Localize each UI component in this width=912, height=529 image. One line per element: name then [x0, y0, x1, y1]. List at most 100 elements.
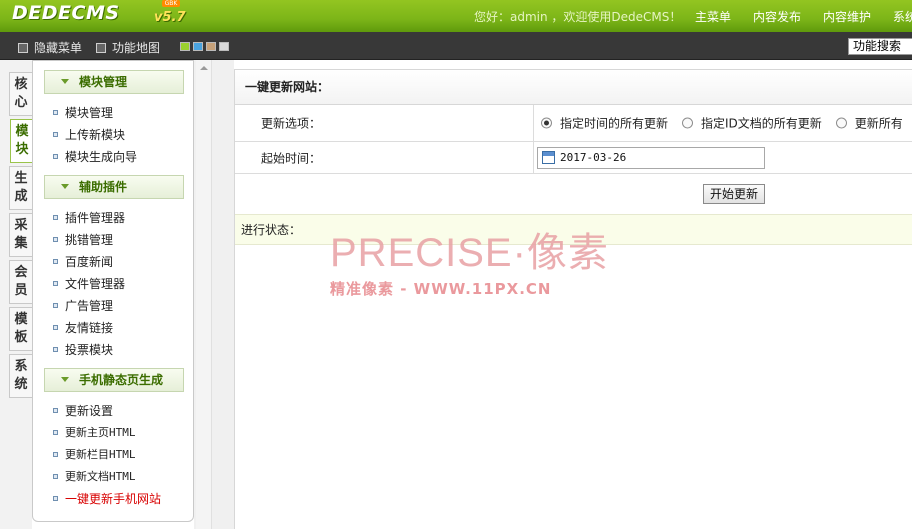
- watermark-main: PRECISE·像素: [330, 231, 609, 275]
- menu-group-plugins[interactable]: 辅助插件: [44, 175, 184, 199]
- bullet-icon: [53, 237, 58, 242]
- skin-swatches: [180, 42, 229, 51]
- menu-item-label: 更新主页HTML: [65, 426, 136, 439]
- menu-item-ad-manage[interactable]: 广告管理: [53, 297, 113, 314]
- row-divider: [533, 105, 534, 141]
- calendar-icon[interactable]: [542, 151, 555, 164]
- menu-item-upload-module[interactable]: 上传新模块: [53, 126, 125, 143]
- main-panel: 一键更新网站： 更新选项： 指定时间的所有更新 指定ID文档的所有更新 更新所有…: [234, 69, 912, 529]
- toolbar: 隐藏菜单 功能地图 功能搜索: [0, 32, 912, 60]
- logo: DEDECMS: [12, 2, 120, 24]
- nav-main-menu[interactable]: 主菜单: [695, 8, 731, 25]
- menu-item-label: 更新栏目HTML: [65, 448, 136, 461]
- menu-item-label: 友情链接: [65, 321, 114, 335]
- menu-item-friend-links[interactable]: 友情链接: [53, 319, 113, 336]
- menu-item-file-manager[interactable]: 文件管理器: [53, 275, 125, 292]
- update-option-group: 指定时间的所有更新 指定ID文档的所有更新 更新所有: [541, 115, 912, 132]
- menu-item-label: 百度新闻: [65, 255, 114, 269]
- skin-swatch-green[interactable]: [180, 42, 190, 51]
- start-time-input[interactable]: 2017-03-26: [537, 146, 765, 169]
- menu-item-update-doc-html[interactable]: 更新文档HTML: [53, 468, 136, 484]
- hide-menu-button[interactable]: 隐藏菜单: [18, 39, 82, 56]
- menu-item-error-manage[interactable]: 挑错管理: [53, 231, 113, 248]
- tab-collect[interactable]: 采集: [9, 213, 32, 257]
- radio-by-id-label: 指定ID文档的所有更新: [701, 116, 822, 131]
- watermark-sub: 精准像素 - WWW.11PX.CN: [330, 280, 552, 298]
- logo-badge: GBK: [162, 0, 180, 7]
- tab-member[interactable]: 会员: [9, 260, 32, 304]
- start-time-row: 起始时间： 2017-03-26: [235, 142, 912, 174]
- menu-item-baidu-news[interactable]: 百度新闻: [53, 253, 113, 270]
- menu-item-update-column-html[interactable]: 更新栏目HTML: [53, 446, 136, 462]
- radio-by-id[interactable]: [682, 117, 694, 129]
- menu-item-label: 挑错管理: [65, 233, 114, 247]
- menu-scrollbar[interactable]: [196, 60, 212, 529]
- menu-item-vote-module[interactable]: 投票模块: [53, 341, 113, 358]
- logo-version: v5.7: [154, 10, 186, 25]
- func-map-button[interactable]: 功能地图: [96, 39, 160, 56]
- start-time-value: 2017-03-26: [560, 151, 627, 164]
- menu-item-label: 模块管理: [65, 106, 114, 120]
- bullet-icon: [53, 259, 58, 264]
- bullet-icon: [53, 303, 58, 308]
- bullet-icon: [53, 132, 58, 137]
- app-root: DEDECMS v5.7 GBK 您好：admin ，欢迎使用DedeCMS！ …: [0, 0, 912, 529]
- menu-item-update-settings[interactable]: 更新设置: [53, 402, 113, 419]
- radio-update-all[interactable]: [835, 117, 847, 129]
- menu-item-label: 广告管理: [65, 299, 114, 313]
- nav-content-publish[interactable]: 内容发布: [753, 8, 801, 25]
- menu-item-module-wizard[interactable]: 模块生成向导: [53, 148, 137, 165]
- vertical-tabs: 核心 模块 生成 采集 会员 模板 系统: [0, 60, 33, 529]
- start-time-label: 起始时间：: [261, 151, 322, 165]
- watermark: PRECISE·像素 精准像素 - WWW.11PX.CN: [330, 233, 609, 299]
- menu-item-label: 插件管理器: [65, 211, 126, 225]
- bullet-icon: [53, 451, 58, 457]
- tab-generate[interactable]: 生成: [9, 166, 32, 210]
- panel-splitter: [194, 60, 234, 529]
- update-option-label: 更新选项：: [261, 116, 322, 131]
- bullet-icon: [53, 429, 58, 435]
- menu-item-module-manage[interactable]: 模块管理: [53, 104, 113, 121]
- bullet-icon: [53, 347, 58, 352]
- bullet-icon: [53, 325, 58, 330]
- nav-system[interactable]: 系统: [893, 8, 912, 25]
- func-map-label: 功能地图: [112, 41, 161, 55]
- menu-item-update-home-html[interactable]: 更新主页HTML: [53, 424, 136, 440]
- radio-by-time[interactable]: [541, 117, 552, 129]
- skin-swatch-gray[interactable]: [219, 42, 229, 51]
- menu-item-update-mobile-site[interactable]: 一键更新手机网站: [53, 490, 161, 507]
- menu-group-module-manage[interactable]: 模块管理: [44, 70, 184, 94]
- tab-module[interactable]: 模块: [10, 119, 33, 163]
- bullet-icon: [53, 496, 58, 501]
- radio-by-time-label: 指定时间的所有更新: [560, 116, 669, 131]
- bullet-icon: [53, 215, 58, 220]
- menu-item-label: 更新设置: [65, 404, 114, 418]
- skin-swatch-blue[interactable]: [193, 42, 203, 51]
- skin-swatch-brown[interactable]: [206, 42, 216, 51]
- bullet-icon: [53, 281, 58, 286]
- tab-core[interactable]: 核心: [9, 72, 32, 116]
- nav-content-maintain[interactable]: 内容维护: [823, 8, 871, 25]
- menu-item-label: 投票模块: [65, 343, 114, 357]
- start-update-button[interactable]: 开始更新: [703, 184, 766, 204]
- bullet-icon: [53, 154, 58, 159]
- menu-item-label: 文件管理器: [65, 277, 126, 291]
- top-header: DEDECMS v5.7 GBK 您好：admin ，欢迎使用DedeCMS！ …: [0, 0, 912, 32]
- panel-icon: [18, 42, 28, 53]
- menu-item-label: 更新文档HTML: [65, 470, 136, 483]
- tab-template[interactable]: 模板: [9, 307, 32, 351]
- row-divider: [533, 142, 534, 173]
- bullet-icon: [53, 473, 58, 479]
- scroll-up-icon[interactable]: [200, 66, 208, 70]
- side-menu: 模块管理 模块管理 上传新模块 模块生成向导 辅助插件 插件管理器 挑错管理 百…: [32, 60, 194, 522]
- tab-system[interactable]: 系统: [9, 354, 32, 398]
- top-nav: 主菜单 内容发布 内容维护 系统: [695, 8, 912, 25]
- menu-item-label: 上传新模块: [65, 128, 126, 142]
- bullet-icon: [53, 110, 58, 115]
- radio-update-all-label: 更新所有: [854, 116, 903, 131]
- function-search-select[interactable]: 功能搜索: [848, 38, 912, 55]
- menu-group-mobile-static[interactable]: 手机静态页生成: [44, 368, 184, 392]
- page-title: 一键更新网站：: [235, 70, 912, 105]
- menu-item-plugin-manager[interactable]: 插件管理器: [53, 209, 125, 226]
- update-option-row: 更新选项： 指定时间的所有更新 指定ID文档的所有更新 更新所有: [235, 105, 912, 142]
